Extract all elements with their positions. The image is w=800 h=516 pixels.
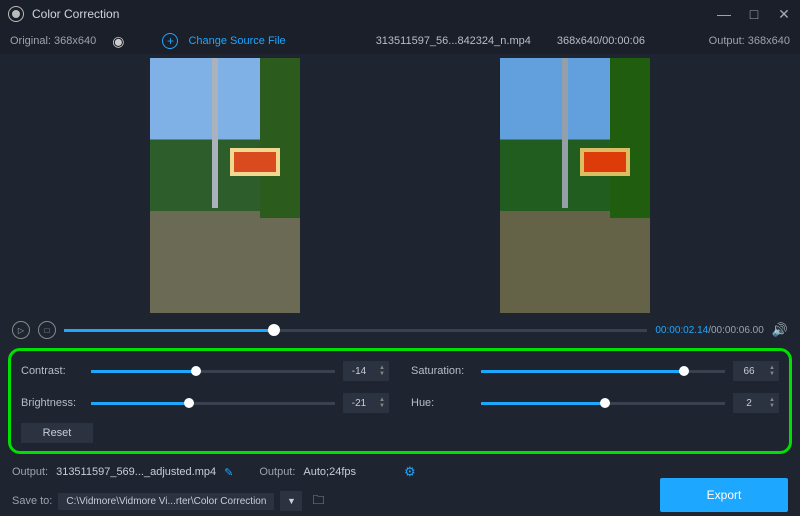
open-folder-icon[interactable]: 🗀 <box>312 491 324 512</box>
save-to-label: Save to: <box>12 495 52 507</box>
saturation-label: Saturation: <box>411 365 473 377</box>
hue-label: Hue: <box>411 397 473 409</box>
saturation-value-input[interactable]: 66 ▲▼ <box>733 361 779 381</box>
stop-button[interactable]: □ <box>38 321 56 339</box>
hue-slider[interactable] <box>481 402 725 405</box>
source-meta: 368x640/00:00:06 <box>557 35 645 47</box>
hue-spinner[interactable]: ▲▼ <box>765 397 779 409</box>
reset-button[interactable]: Reset <box>21 423 93 443</box>
app-icon <box>8 6 24 22</box>
brightness-value-input[interactable]: -21 ▲▼ <box>343 393 389 413</box>
export-button[interactable]: Export <box>660 478 788 512</box>
source-filename: 313511597_56...842324_n.mp4 <box>376 35 531 47</box>
change-source-link[interactable]: Change Source File <box>188 35 285 47</box>
edit-filename-icon[interactable]: ✎ <box>224 466 233 479</box>
time-display: 00:00:02.14/00:00:06.00 <box>655 325 763 336</box>
minimize-button[interactable]: — <box>716 6 732 23</box>
contrast-slider[interactable] <box>91 370 335 373</box>
saturation-spinner[interactable]: ▲▼ <box>765 365 779 377</box>
window-title: Color Correction <box>32 7 119 21</box>
contrast-value-input[interactable]: -14 ▲▼ <box>343 361 389 381</box>
eye-icon[interactable]: ◉ <box>112 33 124 50</box>
hue-row: Hue: 2 ▲▼ <box>411 393 779 413</box>
save-path-field[interactable]: C:\Vidmore\Vidmore Vi...rter\Color Corre… <box>58 493 274 510</box>
output-file-label: Output: <box>12 466 48 478</box>
save-path-dropdown[interactable]: ▼ <box>280 491 302 511</box>
saturation-slider[interactable] <box>481 370 725 373</box>
contrast-row: Contrast: -14 ▲▼ <box>21 361 389 381</box>
play-button[interactable]: ▷ <box>12 321 30 339</box>
add-source-icon[interactable]: + <box>162 33 178 49</box>
maximize-button[interactable]: □ <box>746 6 762 23</box>
settings-icon[interactable]: ⚙ <box>404 464 416 480</box>
output-preview <box>500 58 650 313</box>
brightness-label: Brightness: <box>21 397 83 409</box>
original-preview <box>150 58 300 313</box>
output-filename: 313511597_569..._adjusted.mp4 <box>56 466 216 478</box>
brightness-slider[interactable] <box>91 402 335 405</box>
contrast-label: Contrast: <box>21 365 83 377</box>
close-button[interactable]: ✕ <box>776 6 792 23</box>
output-format-label: Output: <box>259 466 295 478</box>
contrast-spinner[interactable]: ▲▼ <box>375 365 389 377</box>
brightness-row: Brightness: -21 ▲▼ <box>21 393 389 413</box>
timeline-slider[interactable] <box>64 329 647 332</box>
output-format: Auto;24fps <box>303 466 356 478</box>
output-dim-label: Output: 368x640 <box>709 35 790 47</box>
volume-icon[interactable]: 🔊 <box>772 322 788 338</box>
hue-value-input[interactable]: 2 ▲▼ <box>733 393 779 413</box>
original-dim-label: Original: 368x640 <box>10 35 96 47</box>
brightness-spinner[interactable]: ▲▼ <box>375 397 389 409</box>
saturation-row: Saturation: 66 ▲▼ <box>411 361 779 381</box>
color-controls-panel: Contrast: -14 ▲▼ Saturation: 66 ▲▼ Brigh… <box>8 348 792 454</box>
